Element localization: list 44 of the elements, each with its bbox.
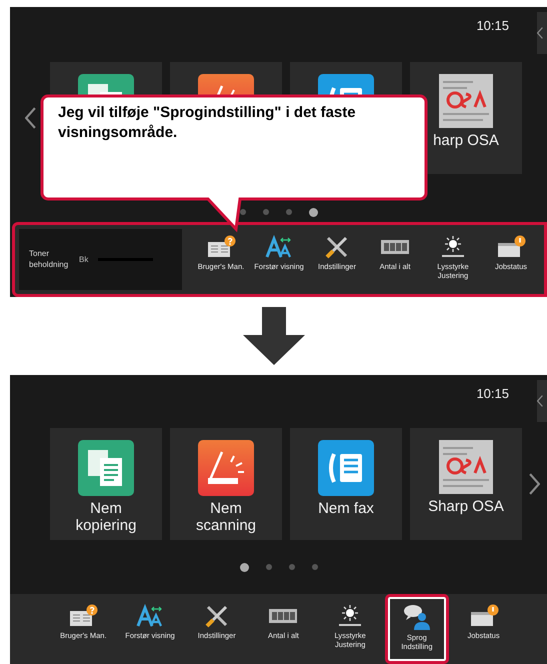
page-dot[interactable] — [240, 562, 248, 572]
copy-icon — [78, 440, 134, 496]
book-icon — [206, 235, 236, 259]
speech-person-icon — [402, 604, 432, 630]
job-window-icon — [468, 604, 499, 628]
callout-text: Jeg vil tilføje "Sprogindstilling" i det faste visningsområde. — [58, 103, 357, 142]
app-tile[interactable]: Sharp OSA — [410, 428, 522, 540]
chevron-right-icon[interactable] — [529, 473, 540, 495]
book-icon — [68, 604, 98, 628]
clock-time: 10:15 — [476, 386, 509, 401]
scanner-icon — [198, 440, 254, 496]
fax-icon — [318, 440, 374, 496]
tile-label: Nem kopiering — [74, 500, 138, 534]
chevron-left-icon[interactable] — [24, 107, 36, 129]
down-arrow — [242, 307, 304, 365]
toner-color-label: Bk — [79, 255, 88, 264]
page-dot[interactable] — [312, 564, 318, 570]
tile-label: Nem scanning — [194, 500, 258, 534]
page-dot[interactable] — [288, 564, 294, 570]
side-panel-tab[interactable] — [537, 380, 547, 422]
page-dot[interactable] — [262, 209, 268, 215]
application-logo-icon — [439, 74, 493, 128]
chevron-left-icon[interactable] — [537, 395, 543, 407]
application-logo-icon — [439, 440, 493, 494]
chevron-left-icon[interactable] — [537, 27, 543, 39]
app-tile[interactable]: Nem fax — [290, 428, 402, 540]
toner-label: Toner beholdning — [29, 249, 69, 270]
sun-icon — [439, 235, 467, 259]
tools-icon — [204, 604, 230, 628]
tile-label: Sharp OSA — [428, 498, 504, 516]
job-window-icon — [496, 235, 526, 259]
tile-label: harp OSA — [433, 132, 499, 150]
clock-time: 10:15 — [476, 18, 509, 33]
text-size-icon — [265, 235, 293, 259]
tools-icon — [324, 235, 350, 259]
tile-label: Nem fax — [318, 500, 374, 518]
page-dot[interactable] — [308, 208, 318, 216]
page-dot[interactable] — [286, 209, 292, 215]
app-tile[interactable]: Nem scanning — [170, 428, 282, 540]
page-dot[interactable] — [240, 209, 246, 215]
app-tile[interactable]: Nem kopiering — [50, 428, 162, 540]
page-dot[interactable] — [266, 564, 272, 570]
text-size-icon — [136, 604, 164, 628]
side-panel-tab[interactable] — [537, 12, 547, 54]
